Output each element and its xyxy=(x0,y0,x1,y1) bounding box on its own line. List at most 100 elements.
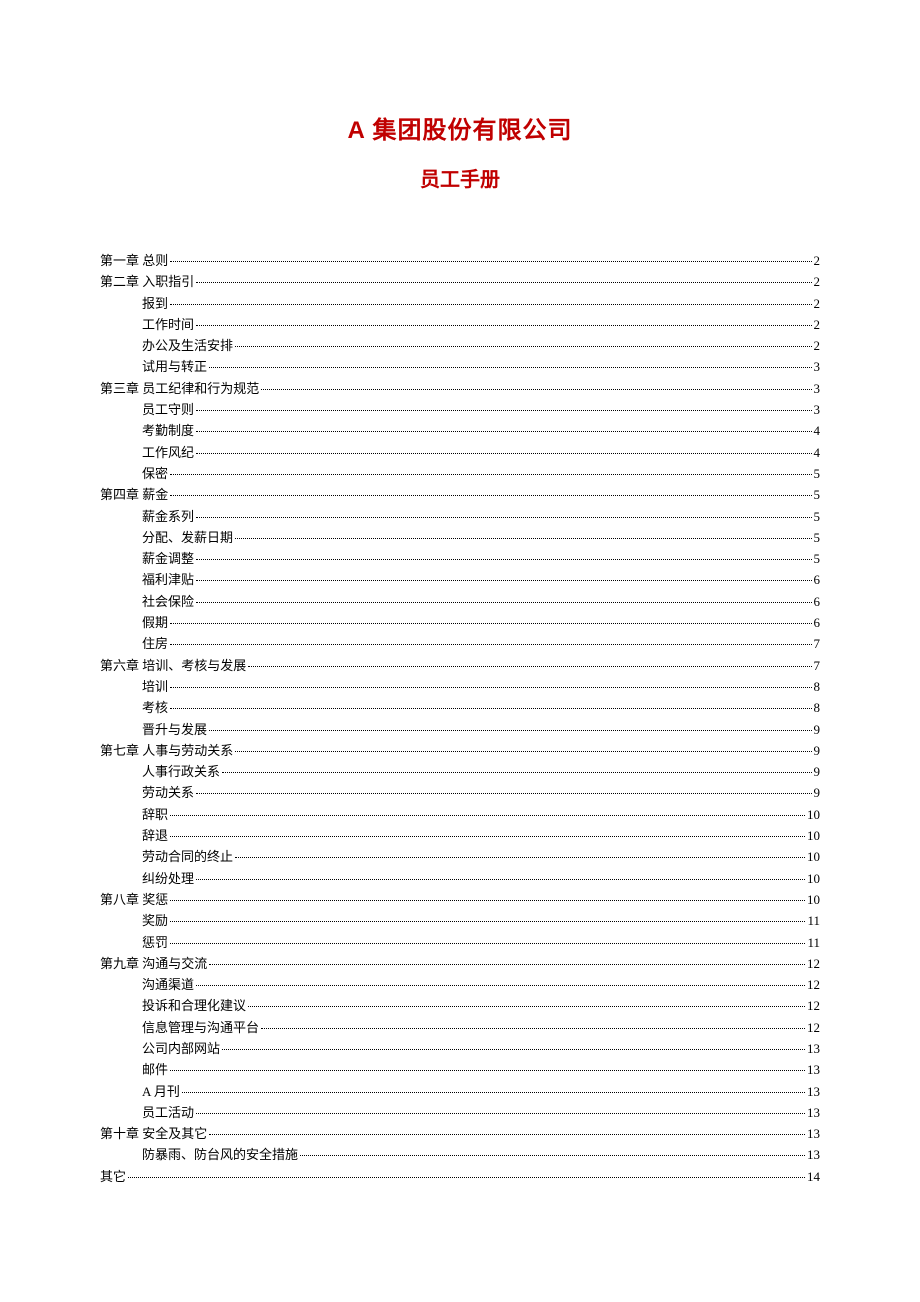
toc-entry-label: 第七章 人事与劳动关系 xyxy=(100,744,233,757)
toc-entry[interactable]: 劳动合同的终止10 xyxy=(100,850,820,863)
toc-leader-dots xyxy=(209,367,811,368)
toc-entry[interactable]: 辞退10 xyxy=(100,829,820,842)
toc-entry-label: 沟通渠道 xyxy=(142,978,194,991)
toc-entry-page: 4 xyxy=(814,424,821,437)
toc-entry-page: 12 xyxy=(807,978,820,991)
toc-entry-label: 第九章 沟通与交流 xyxy=(100,957,207,970)
toc-entry-page: 3 xyxy=(814,360,821,373)
toc-entry-page: 6 xyxy=(814,573,821,586)
toc-entry[interactable]: 第一章 总则2 xyxy=(100,254,820,267)
toc-entry[interactable]: 邮件13 xyxy=(100,1063,820,1076)
toc-entry[interactable]: 公司内部网站13 xyxy=(100,1042,820,1055)
toc-entry-page: 3 xyxy=(814,382,821,395)
toc-leader-dots xyxy=(196,559,811,560)
toc-leader-dots xyxy=(261,1028,805,1029)
toc-entry-page: 13 xyxy=(807,1106,820,1119)
toc-leader-dots xyxy=(235,751,811,752)
toc-entry[interactable]: 第十章 安全及其它13 xyxy=(100,1127,820,1140)
toc-entry[interactable]: 薪金调整5 xyxy=(100,552,820,565)
toc-entry[interactable]: 其它14 xyxy=(100,1170,820,1183)
toc-leader-dots xyxy=(196,793,811,794)
toc-entry[interactable]: 信息管理与沟通平台12 xyxy=(100,1021,820,1034)
toc-entry[interactable]: 员工守则3 xyxy=(100,403,820,416)
toc-entry-label: 惩罚 xyxy=(142,936,168,949)
toc-entry[interactable]: 试用与转正3 xyxy=(100,360,820,373)
toc-leader-dots xyxy=(235,346,811,347)
toc-entry[interactable]: 防暴雨、防台风的安全措施13 xyxy=(100,1148,820,1161)
toc-entry[interactable]: 第二章 入职指引2 xyxy=(100,275,820,288)
toc-entry-page: 10 xyxy=(807,850,820,863)
toc-leader-dots xyxy=(196,1113,805,1114)
toc-entry-page: 2 xyxy=(814,318,821,331)
toc-leader-dots xyxy=(170,815,805,816)
toc-leader-dots xyxy=(170,943,805,944)
toc-entry-label: 第八章 奖惩 xyxy=(100,893,168,906)
toc-entry-label: 分配、发薪日期 xyxy=(142,531,233,544)
toc-leader-dots xyxy=(196,282,811,283)
toc-entry[interactable]: 保密5 xyxy=(100,467,820,480)
toc-entry[interactable]: 第七章 人事与劳动关系9 xyxy=(100,744,820,757)
toc-entry[interactable]: 考勤制度4 xyxy=(100,424,820,437)
toc-leader-dots xyxy=(170,644,811,645)
toc-leader-dots xyxy=(170,1070,805,1071)
toc-entry[interactable]: 第六章 培训、考核与发展7 xyxy=(100,659,820,672)
toc-entry[interactable]: 第九章 沟通与交流12 xyxy=(100,957,820,970)
toc-entry[interactable]: 办公及生活安排2 xyxy=(100,339,820,352)
toc-entry[interactable]: 培训8 xyxy=(100,680,820,693)
toc-entry[interactable]: 第三章 员工纪律和行为规范 3 xyxy=(100,382,820,395)
toc-leader-dots xyxy=(170,708,811,709)
toc-entry[interactable]: 分配、发薪日期 5 xyxy=(100,531,820,544)
toc-leader-dots xyxy=(196,580,811,581)
toc-leader-dots xyxy=(209,730,811,731)
toc-entry-label: 晋升与发展 xyxy=(142,723,207,736)
toc-entry[interactable]: 投诉和合理化建议12 xyxy=(100,999,820,1012)
toc-leader-dots xyxy=(170,836,805,837)
toc-entry-label: 奖励 xyxy=(142,914,168,927)
toc-entry-label: 人事行政关系 xyxy=(142,765,220,778)
toc-entry-label: 报到 xyxy=(142,297,168,310)
toc-leader-dots xyxy=(170,261,811,262)
toc-entry-page: 4 xyxy=(814,446,821,459)
toc-entry-page: 5 xyxy=(814,531,821,544)
toc-entry[interactable]: 福利津贴6 xyxy=(100,573,820,586)
toc-entry-page: 9 xyxy=(814,786,821,799)
toc-entry-label: 假期 xyxy=(142,616,168,629)
toc-entry[interactable]: 考核8 xyxy=(100,701,820,714)
toc-entry[interactable]: 辞职10 xyxy=(100,808,820,821)
toc-leader-dots xyxy=(209,964,805,965)
toc-leader-dots xyxy=(248,1006,805,1007)
toc-entry[interactable]: 假期 6 xyxy=(100,616,820,629)
toc-entry[interactable]: 社会保险6 xyxy=(100,595,820,608)
toc-entry-page: 7 xyxy=(814,637,821,650)
toc-entry[interactable]: 工作风纪 4 xyxy=(100,446,820,459)
toc-entry-page: 5 xyxy=(814,488,821,501)
toc-entry[interactable]: A 月刊13 xyxy=(100,1085,820,1098)
toc-entry-label: 薪金调整 xyxy=(142,552,194,565)
toc-entry[interactable]: 第四章 薪金5 xyxy=(100,488,820,501)
toc-entry[interactable]: 工作时间2 xyxy=(100,318,820,331)
toc-entry[interactable]: 报到2 xyxy=(100,297,820,310)
toc-entry[interactable]: 奖励11 xyxy=(100,914,820,927)
toc-entry[interactable]: 薪金系列5 xyxy=(100,510,820,523)
toc-entry-page: 10 xyxy=(807,872,820,885)
toc-leader-dots xyxy=(182,1092,805,1093)
toc-entry-page: 13 xyxy=(807,1148,820,1161)
toc-entry[interactable]: 纠纷处理10 xyxy=(100,872,820,885)
toc-entry[interactable]: 人事行政关系9 xyxy=(100,765,820,778)
toc-entry-label: 工作风纪 xyxy=(142,446,194,459)
toc-entry-label: 考核 xyxy=(142,701,168,714)
toc-entry-label: 劳动关系 xyxy=(142,786,194,799)
toc-entry[interactable]: 住房7 xyxy=(100,637,820,650)
toc-entry-label: 员工守则 xyxy=(142,403,194,416)
toc-entry[interactable]: 劳动关系 9 xyxy=(100,786,820,799)
toc-entry-label: 公司内部网站 xyxy=(142,1042,220,1055)
toc-entry-label: 第三章 员工纪律和行为规范 xyxy=(100,382,259,395)
toc-entry-page: 6 xyxy=(814,616,821,629)
toc-leader-dots xyxy=(222,1049,805,1050)
toc-entry[interactable]: 员工活动13 xyxy=(100,1106,820,1119)
toc-leader-dots xyxy=(235,538,811,539)
toc-entry[interactable]: 第八章 奖惩10 xyxy=(100,893,820,906)
toc-entry[interactable]: 惩罚11 xyxy=(100,936,820,949)
toc-entry[interactable]: 晋升与发展9 xyxy=(100,723,820,736)
toc-entry[interactable]: 沟通渠道 12 xyxy=(100,978,820,991)
